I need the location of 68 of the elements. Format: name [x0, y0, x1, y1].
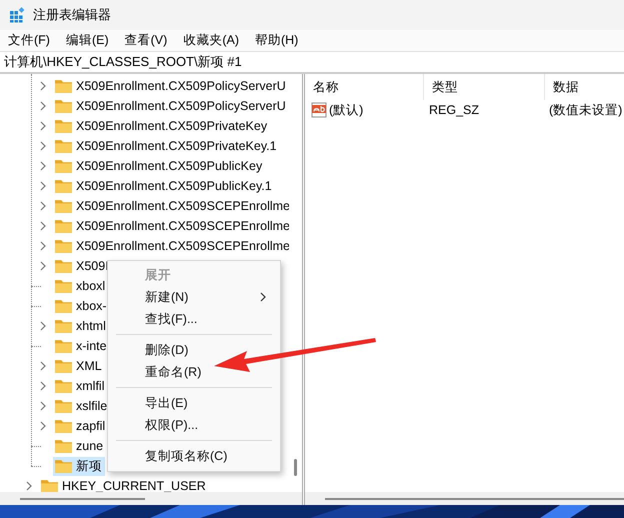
tree-item[interactable]: X509Enrollment.CX509PrivateKey [53, 118, 270, 134]
menu-item[interactable]: 查看(V) [120, 32, 180, 49]
tree-item[interactable]: xmlfil [53, 378, 108, 394]
tree-item[interactable]: X509Enrollment.CX509SCEPEnrollme [53, 218, 293, 234]
tree-item[interactable]: xboxl [53, 278, 108, 294]
scrollbar-thumb[interactable] [325, 498, 624, 500]
scrollbar-thumb[interactable] [294, 459, 297, 476]
tree-item[interactable]: X509Enrollment.CX509PolicyServerU [53, 78, 289, 94]
folder-icon [55, 139, 72, 153]
scrollbar-thumb[interactable] [20, 498, 145, 500]
folder-icon [55, 339, 72, 353]
menu-item[interactable]: 导出(E) [108, 392, 280, 414]
menu-item[interactable]: 复制项名称(C) [108, 445, 280, 467]
menu-item[interactable]: 查找(F)... [108, 308, 280, 330]
menu-item[interactable]: 收藏夹(A) [179, 32, 251, 49]
folder-icon [55, 239, 72, 253]
folder-icon [55, 99, 72, 113]
folder-icon [55, 439, 72, 453]
table-cell-text: (数值未设置) [548, 102, 624, 118]
menu-item[interactable]: 新建(N) [108, 286, 280, 308]
column-header[interactable]: 类型 [424, 74, 545, 100]
folder-icon [55, 159, 72, 173]
tree-item[interactable]: X509Enrollment.CX509PrivateKey.1 [53, 138, 280, 154]
folder-icon [55, 219, 72, 233]
tree-item[interactable]: zune [53, 438, 106, 454]
tree-item[interactable]: X509Enrollment.CX509PublicKey.1 [53, 178, 275, 194]
tree-item[interactable]: X509Enrollment.CX509SCEPEnrollme [53, 198, 293, 214]
folder-icon [55, 299, 72, 313]
chevron-icon[interactable] [25, 481, 33, 491]
window-title: 注册表编辑器 [33, 6, 111, 24]
folder-icon [55, 279, 72, 293]
menu-item[interactable]: 重命名(R) [108, 361, 280, 383]
string-value-icon [311, 102, 327, 118]
menu-item[interactable]: 帮助(H) [250, 32, 310, 49]
folder-icon [55, 459, 72, 473]
tree-item[interactable]: xhtml [53, 318, 109, 334]
tree-item[interactable]: xbox- [53, 298, 110, 314]
folder-icon [55, 119, 72, 133]
folder-icon [55, 179, 72, 193]
folder-icon [41, 479, 58, 493]
folder-icon [55, 359, 72, 373]
menu-item[interactable]: 权限(P)... [108, 414, 280, 436]
tree-item[interactable]: XML [53, 358, 105, 374]
column-header[interactable]: 数据 [545, 74, 624, 100]
table-cell: (默认) [329, 102, 364, 118]
folder-icon [55, 319, 72, 333]
tree-item[interactable]: HKEY_CURRENT_USER [39, 478, 209, 494]
folder-icon [55, 79, 72, 93]
menu-item[interactable]: 文件(F) [4, 32, 62, 49]
tree-item[interactable]: X509Enrollment.CX509PublicKey [53, 158, 266, 174]
folder-icon [55, 199, 72, 213]
folder-icon [55, 379, 72, 393]
tree-item[interactable]: 新项 [53, 456, 105, 476]
tree-item[interactable]: X509Enrollment.CX509PolicyServerU [53, 98, 289, 114]
address-field[interactable]: 计算机\HKEY_CLASSES_ROOT\新项 #1 [0, 51, 624, 73]
folder-icon [55, 399, 72, 413]
menu-item[interactable]: 删除(D) [108, 339, 280, 361]
table-cell-text: REG_SZ [428, 103, 480, 117]
folder-icon [55, 259, 72, 273]
registry-icon [9, 7, 25, 23]
tree-item[interactable]: zapfil [53, 418, 108, 434]
tree-item[interactable]: x-inte [53, 338, 110, 354]
menu-item[interactable]: 编辑(E) [62, 32, 121, 49]
folder-icon [55, 419, 72, 433]
column-header[interactable]: 名称 [305, 74, 424, 100]
tree-item[interactable]: X509Enrollment.CX509SCEPEnrollme [53, 238, 293, 254]
tree-item[interactable]: xslfile [53, 398, 110, 414]
chevron-icon[interactable] [39, 321, 47, 331]
